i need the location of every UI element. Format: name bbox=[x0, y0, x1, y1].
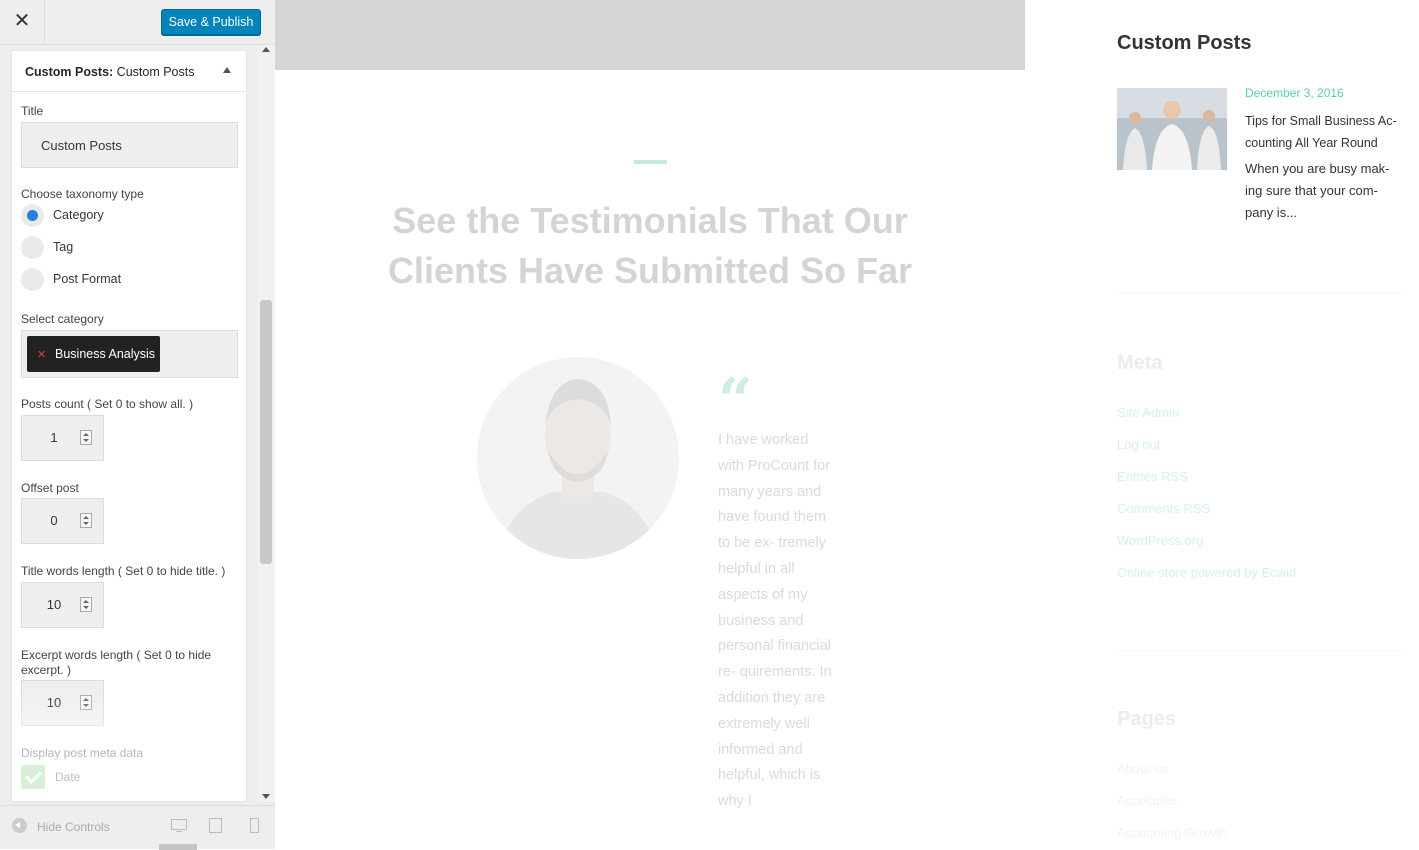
collapse-caret-icon[interactable] bbox=[223, 67, 231, 73]
customizer-footer: Hide Controls bbox=[0, 805, 275, 850]
scroll-up-icon[interactable] bbox=[262, 47, 270, 52]
meta-link[interactable]: Log out bbox=[1117, 437, 1160, 452]
desktop-preview-icon[interactable] bbox=[171, 819, 187, 832]
checkbox-date[interactable] bbox=[21, 765, 45, 789]
page-link[interactable]: Accolades bbox=[1117, 793, 1177, 808]
widget-panel: Custom Posts: Custom Posts Title Custom … bbox=[11, 50, 247, 802]
title-words-input[interactable]: 10 bbox=[21, 582, 104, 628]
radio-button[interactable] bbox=[21, 204, 44, 227]
posts-count-label: Posts count ( Set 0 to show all. ) bbox=[21, 397, 194, 411]
offset-label: Offset post bbox=[21, 481, 79, 495]
excerpt-words-input[interactable]: 10 bbox=[21, 680, 104, 726]
widget-header-title: Custom Posts bbox=[113, 65, 195, 79]
widget-header[interactable]: Custom Posts: Custom Posts bbox=[12, 51, 246, 92]
tablet-preview-icon[interactable] bbox=[209, 818, 222, 833]
offset-value: 0 bbox=[50, 513, 58, 528]
client-avatar bbox=[477, 357, 679, 559]
post-thumbnail[interactable] bbox=[1117, 88, 1227, 170]
radio-button[interactable] bbox=[21, 268, 44, 291]
widget-divider bbox=[1117, 292, 1407, 293]
meta-link[interactable]: Comments RSS bbox=[1117, 501, 1210, 516]
spinner-icon[interactable] bbox=[80, 695, 92, 710]
radio-label: Category bbox=[53, 208, 104, 222]
hide-controls-button[interactable]: Hide Controls bbox=[37, 820, 110, 834]
posts-count-input[interactable]: 1 bbox=[21, 415, 104, 461]
excerpt-words-label: Excerpt words length ( Set 0 to hide exc… bbox=[21, 648, 212, 677]
category-label: Select category bbox=[21, 312, 104, 326]
radio-label: Tag bbox=[53, 240, 74, 254]
spinner-icon[interactable] bbox=[80, 430, 92, 445]
radio-label: Post Format bbox=[53, 272, 122, 286]
excerpt-words-value: 10 bbox=[46, 695, 62, 710]
customizer-sidebar: ✕ Save & Publish Custom Posts: Custom Po… bbox=[0, 0, 275, 850]
checkbox-date-label: Date bbox=[55, 770, 81, 784]
section-accent-line bbox=[634, 160, 667, 164]
close-icon[interactable]: ✕ bbox=[0, 0, 45, 45]
widget-title-meta: Meta bbox=[1117, 352, 1163, 374]
panel-scrollbar[interactable] bbox=[258, 45, 275, 802]
post-date[interactable]: December 3, 2016 bbox=[1245, 86, 1344, 100]
title-label: Title bbox=[21, 104, 44, 118]
site-preview: See the Testimonials That Our Clients Ha… bbox=[275, 0, 1419, 849]
testimonials-heading: See the Testimonials That Our Clients Ha… bbox=[387, 200, 913, 291]
title-input[interactable]: Custom Posts bbox=[21, 122, 238, 168]
widget-title-pages: Pages bbox=[1117, 708, 1176, 730]
scroll-down-icon[interactable] bbox=[262, 794, 270, 799]
customizer-topbar: ✕ Save & Publish bbox=[0, 0, 275, 45]
title-words-label: Title words length ( Set 0 to hide title… bbox=[21, 564, 226, 578]
spinner-icon[interactable] bbox=[80, 513, 92, 528]
post-title-link[interactable]: Tips for Small Business Ac- counting All… bbox=[1245, 110, 1400, 154]
title-words-value: 10 bbox=[46, 597, 62, 612]
save-publish-button[interactable]: Save & Publish bbox=[161, 9, 261, 35]
category-chip-label: Business Analysis bbox=[55, 347, 156, 361]
meta-label: Display post meta data bbox=[21, 746, 144, 760]
quote-icon: “ bbox=[718, 366, 753, 436]
taxonomy-label: Choose taxonomy type bbox=[21, 187, 144, 201]
page-link[interactable]: Accounting Growth bbox=[1117, 825, 1227, 840]
meta-link[interactable]: Online store powered by Ecwid bbox=[1117, 565, 1296, 580]
page-link[interactable]: About us bbox=[1117, 761, 1168, 776]
remove-icon[interactable]: ✕ bbox=[37, 348, 46, 361]
spinner-icon[interactable] bbox=[80, 597, 92, 612]
offset-input[interactable]: 0 bbox=[21, 498, 104, 544]
post-excerpt: When you are busy mak- ing sure that you… bbox=[1245, 161, 1390, 220]
meta-link[interactable]: WordPress.org bbox=[1117, 533, 1203, 548]
category-chip: ✕ Business Analysis bbox=[27, 336, 160, 372]
widget-title-custom-posts: Custom Posts bbox=[1117, 32, 1252, 54]
category-select[interactable]: ✕ Business Analysis bbox=[21, 330, 238, 378]
widget-divider bbox=[1117, 650, 1407, 651]
hide-controls-icon[interactable] bbox=[12, 818, 27, 833]
preview-header-band bbox=[275, 0, 1025, 70]
posts-count-value: 1 bbox=[50, 430, 58, 445]
meta-link[interactable]: Entries RSS bbox=[1117, 469, 1188, 484]
widget-header-type: Custom Posts: bbox=[25, 65, 114, 79]
testimonial-text: I have worked with ProCount for many yea… bbox=[718, 432, 832, 810]
active-device-indicator bbox=[159, 844, 197, 850]
mobile-preview-icon[interactable] bbox=[250, 818, 259, 833]
radio-button[interactable] bbox=[21, 236, 44, 259]
meta-link[interactable]: Site Admin bbox=[1117, 405, 1179, 420]
scroll-thumb[interactable] bbox=[260, 300, 272, 564]
